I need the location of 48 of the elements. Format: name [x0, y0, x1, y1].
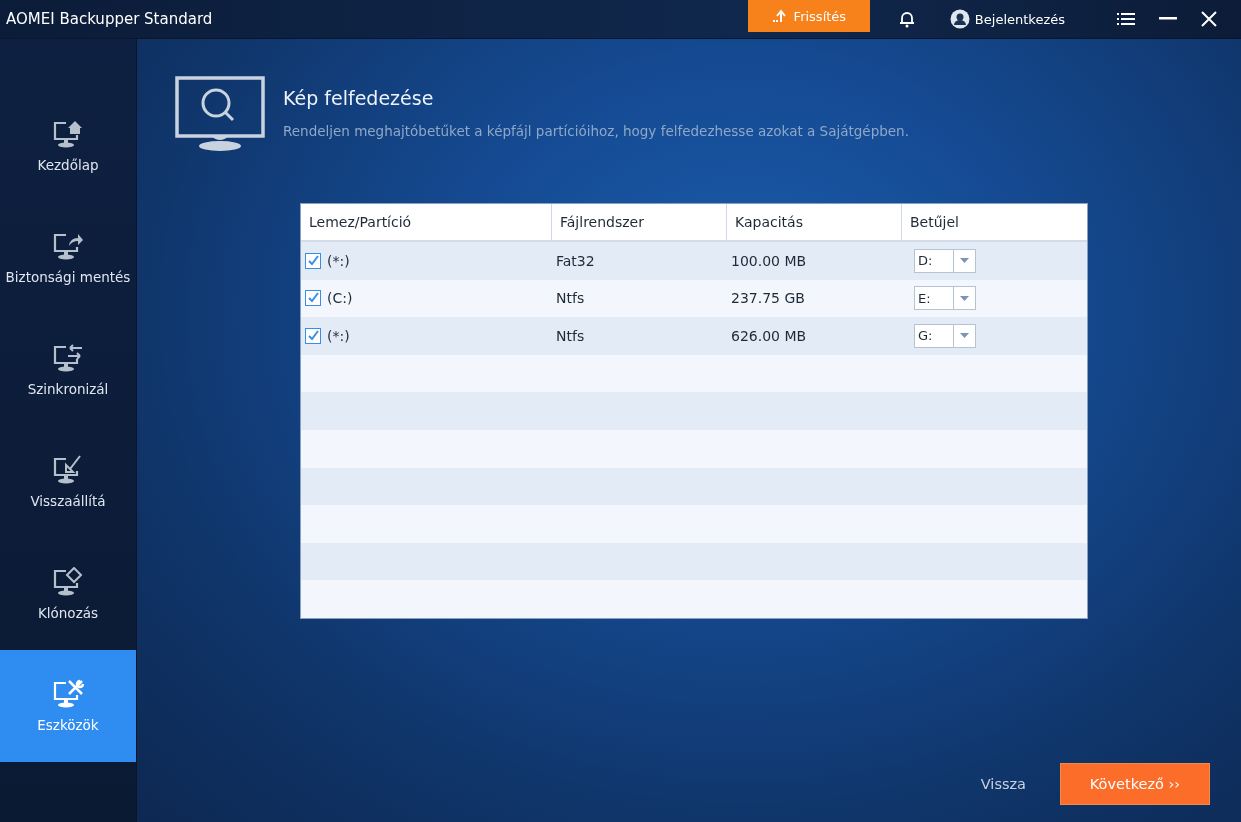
back-button[interactable]: Vissza	[974, 775, 1032, 793]
monitor-icon	[52, 119, 84, 149]
table-cell: Ntfs	[556, 290, 585, 307]
sidebar-item[interactable]: Szinkronizál	[0, 314, 136, 426]
caret-icon	[960, 258, 969, 264]
caret-icon	[960, 333, 969, 339]
letter-dropdown[interactable]: D:	[914, 248, 976, 273]
sidebar-item[interactable]: Biztonsági mentés	[0, 202, 136, 314]
checkbox[interactable]	[305, 290, 321, 307]
minimize-icon[interactable]	[1159, 17, 1177, 21]
sidebar-item[interactable]: Kezdőlap	[0, 90, 136, 202]
window-title: AOMEI Backupper Standard	[5, 10, 213, 28]
page-description: Rendeljen meghajtóbetűket a képfájl partícióihoz, hogy felfedezhesse azokat a Sajátgépben.	[283, 123, 909, 139]
bell-icon[interactable]	[897, 10, 916, 28]
monitor-icon	[52, 343, 84, 373]
table-cell: (C:)	[327, 290, 353, 307]
table-cell: Ntfs	[556, 328, 585, 344]
monitor-icon	[52, 231, 84, 261]
close-icon[interactable]	[1201, 11, 1217, 27]
login-button[interactable]: Bejelentkezés	[949, 9, 1065, 29]
column-header: Kapacitás	[726, 204, 901, 240]
column-header: Lemez/Partíció	[308, 213, 413, 232]
table-cell: 237.75 GB	[731, 290, 805, 307]
monitor-icon	[52, 679, 84, 709]
table-cell: Fat32	[556, 252, 595, 269]
checkbox[interactable]	[305, 328, 321, 344]
monitor-search-icon	[175, 76, 265, 152]
upload-icon	[771, 9, 788, 23]
table-cell: (*:)	[327, 328, 350, 344]
table-cell: 100.00 MB	[731, 252, 807, 269]
page-title: Kép felfedezése	[283, 87, 435, 109]
column-header: Fájlrendszer	[551, 204, 726, 240]
checkbox[interactable]	[305, 252, 321, 269]
table-cell: 626.00 MB	[731, 328, 807, 344]
menu-icon[interactable]	[1117, 12, 1135, 26]
table-cell: (*:)	[327, 252, 350, 269]
monitor-icon	[52, 455, 84, 485]
table-row[interactable]: (*:) Fat32 100.00 MB D:	[301, 242, 1087, 280]
monitor-icon	[52, 567, 84, 597]
table-row[interactable]: (C:) Ntfs 237.75 GB E:	[301, 279, 1087, 318]
table-row[interactable]: (*:) Ntfs 626.00 MB G:	[301, 317, 1087, 355]
user-icon	[949, 9, 970, 29]
sidebar-item[interactable]: Klónozás	[0, 538, 136, 650]
letter-dropdown[interactable]: G:	[914, 324, 976, 348]
letter-dropdown[interactable]: E:	[914, 286, 976, 311]
sidebar-item[interactable]: Visszaállítá	[0, 426, 136, 538]
column-header: Betűjel	[901, 204, 1087, 240]
caret-icon	[960, 295, 969, 301]
